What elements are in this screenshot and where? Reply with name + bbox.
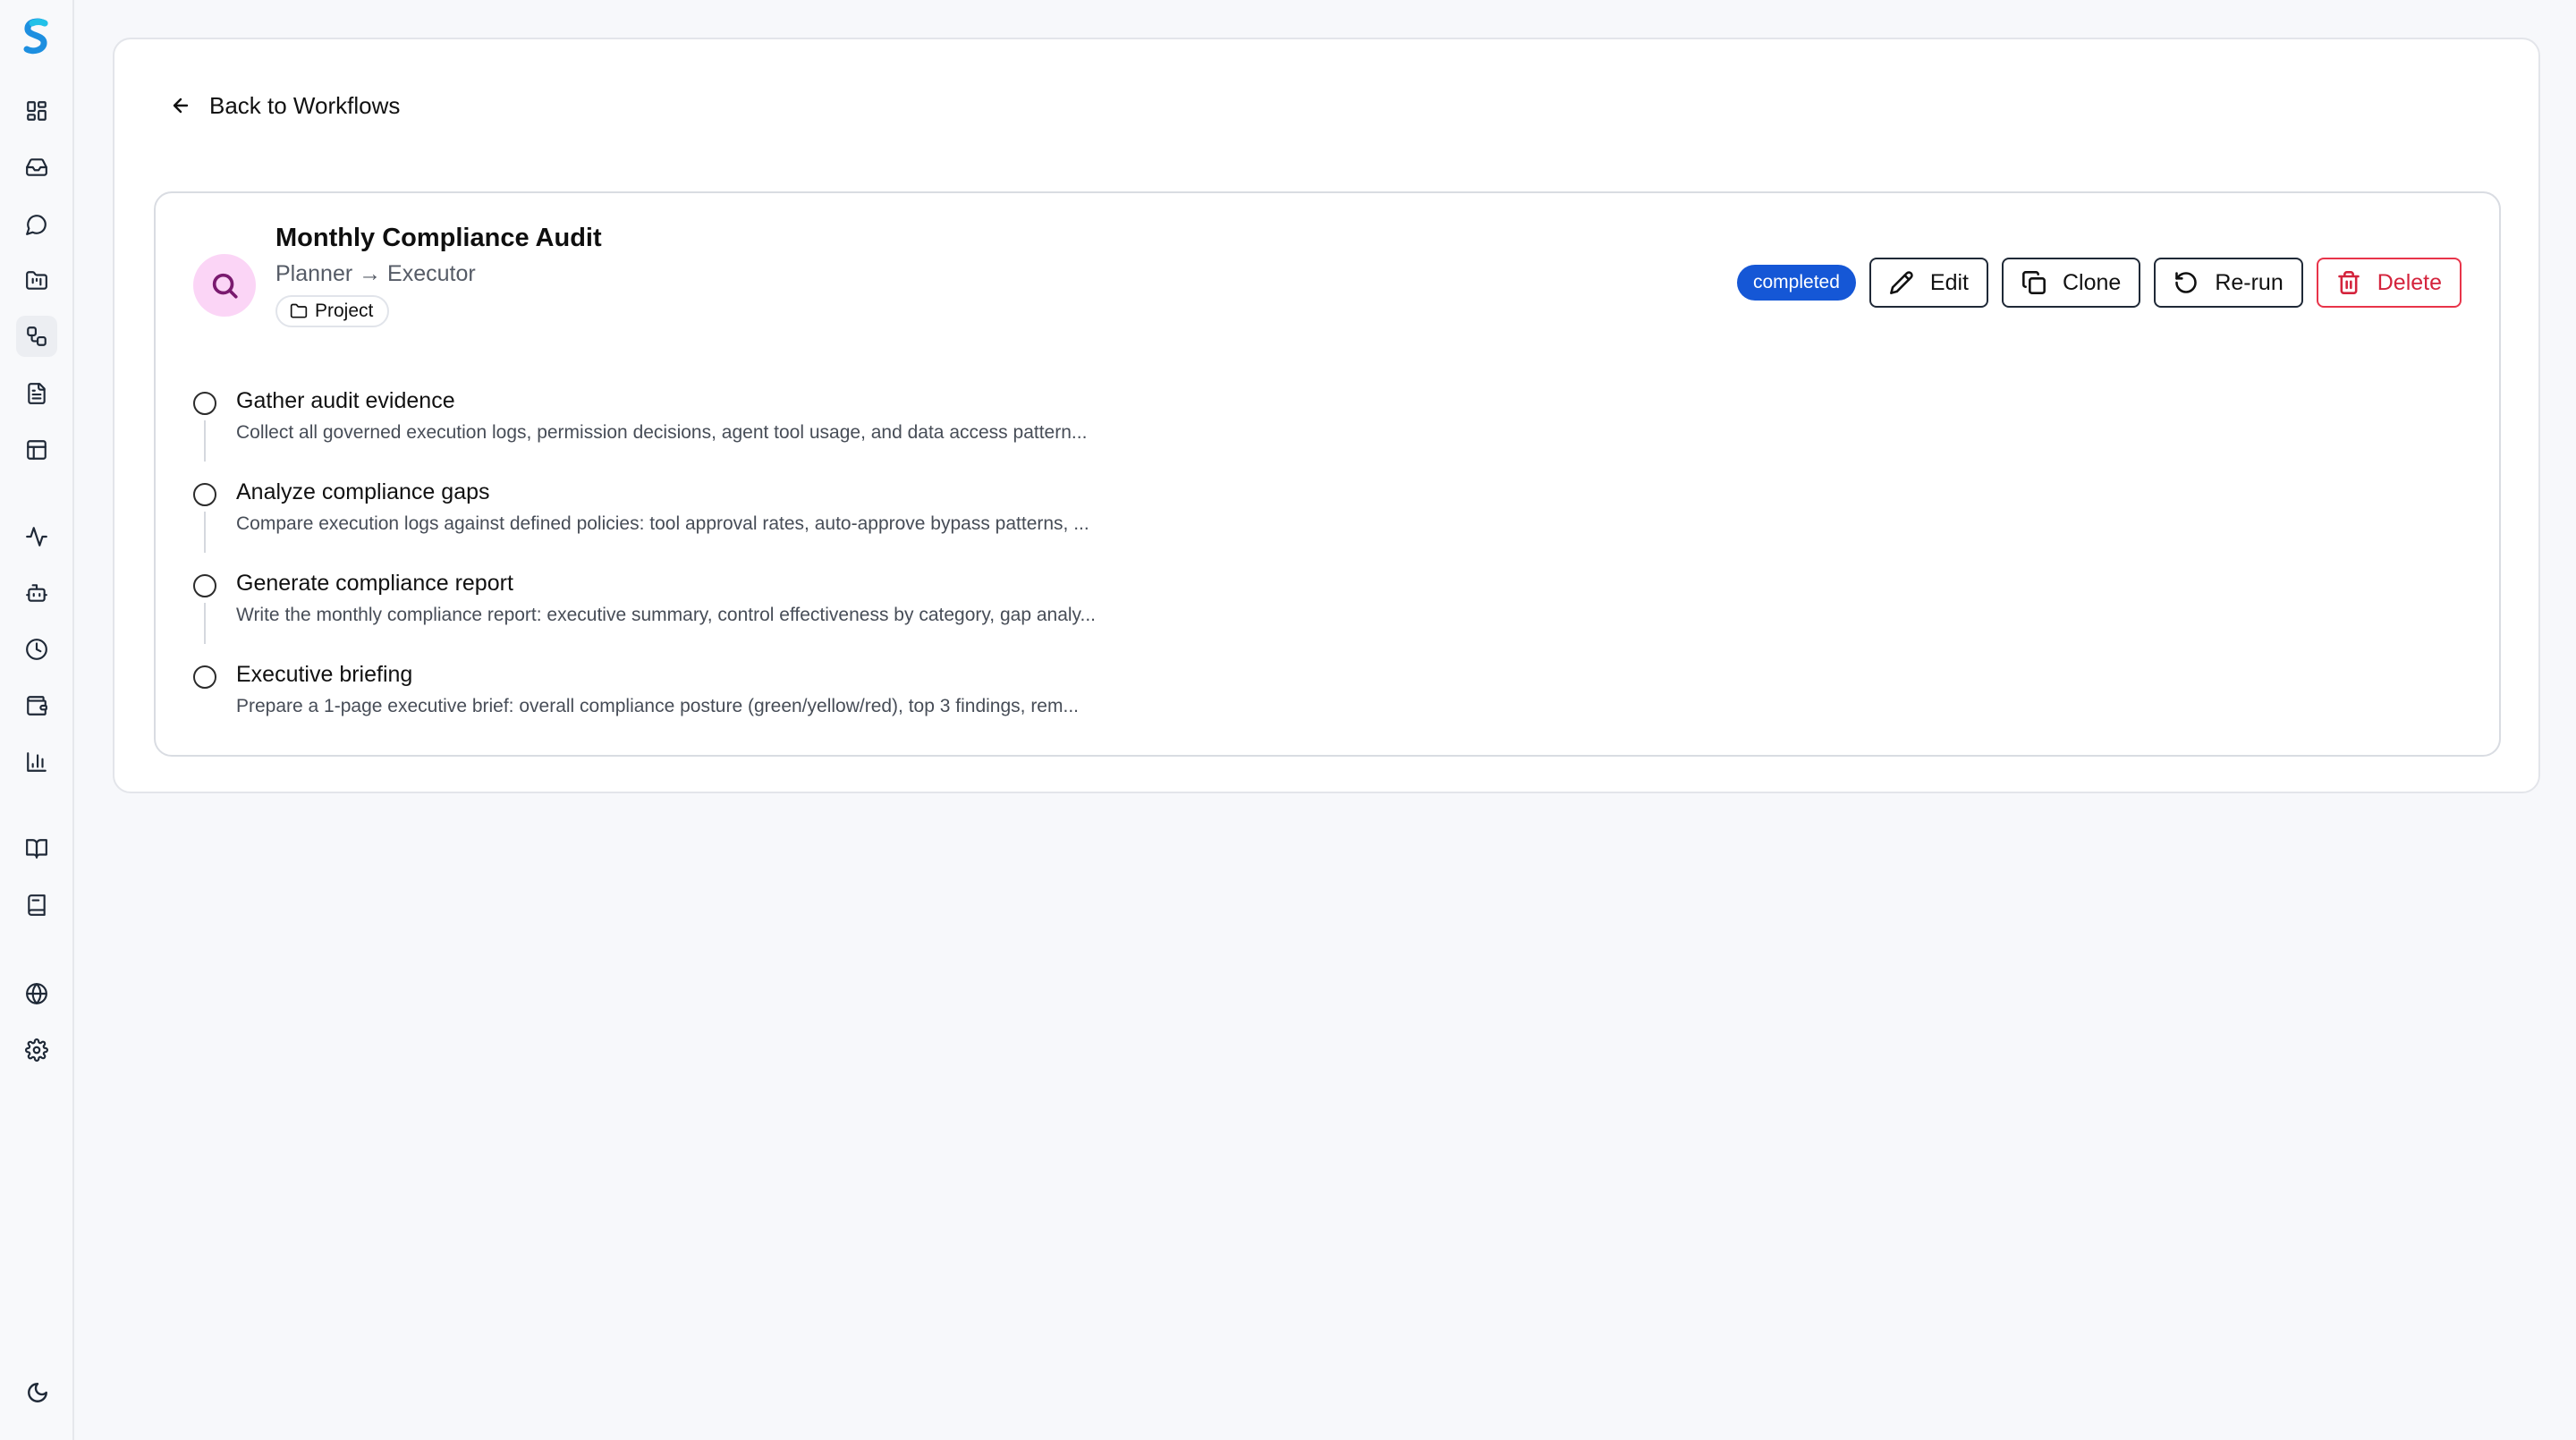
workflow-card: Monthly Compliance Audit Planner → Execu… [154, 191, 2501, 757]
rotate-ccw-icon [2175, 272, 2198, 293]
rerun-button-label: Re-run [2215, 269, 2284, 295]
pencil-icon [1889, 271, 1913, 294]
step-description: Write the monthly compliance report: exe… [236, 605, 1096, 625]
clone-button[interactable]: Clone [2001, 258, 2141, 308]
projects-icon[interactable] [19, 263, 55, 299]
folder-icon [290, 303, 308, 318]
globe-icon[interactable] [19, 976, 55, 1012]
step-item[interactable]: Gather audit evidence Collect all govern… [193, 388, 1445, 479]
step-title: Analyze compliance gaps [236, 479, 490, 504]
moon-icon[interactable] [21, 1376, 54, 1409]
search-icon [212, 273, 238, 299]
step-status-circle-icon [193, 665, 216, 689]
step-item[interactable]: Generate compliance report Write the mon… [193, 571, 1445, 662]
arrow-left-icon [173, 97, 189, 114]
step-description: Prepare a 1-page executive brief: overal… [236, 696, 1079, 716]
workflow-actions: completed Edit Clone Re-run Delete [1737, 258, 2462, 308]
delete-button[interactable]: Delete [2316, 258, 2462, 308]
wallet-icon[interactable] [19, 688, 55, 724]
bot-icon[interactable] [19, 575, 55, 611]
inbox-icon[interactable] [19, 149, 55, 185]
project-tag[interactable]: Project [275, 295, 390, 327]
table-icon[interactable] [19, 432, 55, 468]
chat-icon[interactable] [19, 207, 55, 242]
workflow-title: Monthly Compliance Audit [275, 224, 602, 252]
step-connector [204, 420, 206, 462]
workflow-detail-panel: Back to Workflows Monthly Compliance Aud… [113, 38, 2540, 793]
step-title: Executive briefing [236, 662, 413, 687]
edit-button[interactable]: Edit [1868, 258, 1988, 308]
step-item[interactable]: Executive briefing Prepare a 1-page exec… [193, 662, 1445, 753]
workflow-subtitle: Planner → Executor [275, 261, 476, 286]
step-status-circle-icon [193, 483, 216, 506]
copy-icon [2022, 271, 2046, 294]
edit-button-label: Edit [1929, 269, 1969, 295]
step-item[interactable]: Analyze compliance gaps Compare executio… [193, 479, 1445, 571]
delete-button-label: Delete [2377, 269, 2442, 295]
project-tag-label: Project [315, 301, 374, 321]
back-to-workflows-link[interactable]: Back to Workflows [170, 88, 400, 123]
step-status-circle-icon [193, 574, 216, 597]
workflow-avatar [193, 254, 256, 317]
document-icon[interactable] [19, 376, 55, 411]
step-connector [204, 512, 206, 553]
settings-icon[interactable] [19, 1032, 55, 1068]
dashboard-icon[interactable] [19, 93, 55, 129]
step-title: Generate compliance report [236, 571, 513, 596]
step-status-circle-icon [193, 392, 216, 415]
book-open-icon[interactable] [19, 831, 55, 867]
trash-icon [2337, 271, 2360, 294]
status-badge: completed [1737, 265, 1856, 301]
step-description: Compare execution logs against defined p… [236, 513, 1089, 534]
clone-button-label: Clone [2062, 269, 2122, 295]
clock-icon[interactable] [19, 631, 55, 667]
notebook-icon[interactable] [19, 887, 55, 923]
app-logo[interactable] [20, 18, 54, 55]
chart-icon[interactable] [19, 744, 55, 780]
workflow-steps: Gather audit evidence Collect all govern… [193, 388, 1445, 753]
back-link-label: Back to Workflows [209, 91, 401, 119]
activity-icon[interactable] [19, 519, 55, 555]
rerun-button[interactable]: Re-run [2154, 258, 2303, 308]
step-title: Gather audit evidence [236, 388, 455, 413]
step-connector [204, 603, 206, 644]
sidebar [0, 0, 74, 1440]
step-description: Collect all governed execution logs, per… [236, 422, 1088, 443]
workflows-icon[interactable] [16, 316, 57, 357]
